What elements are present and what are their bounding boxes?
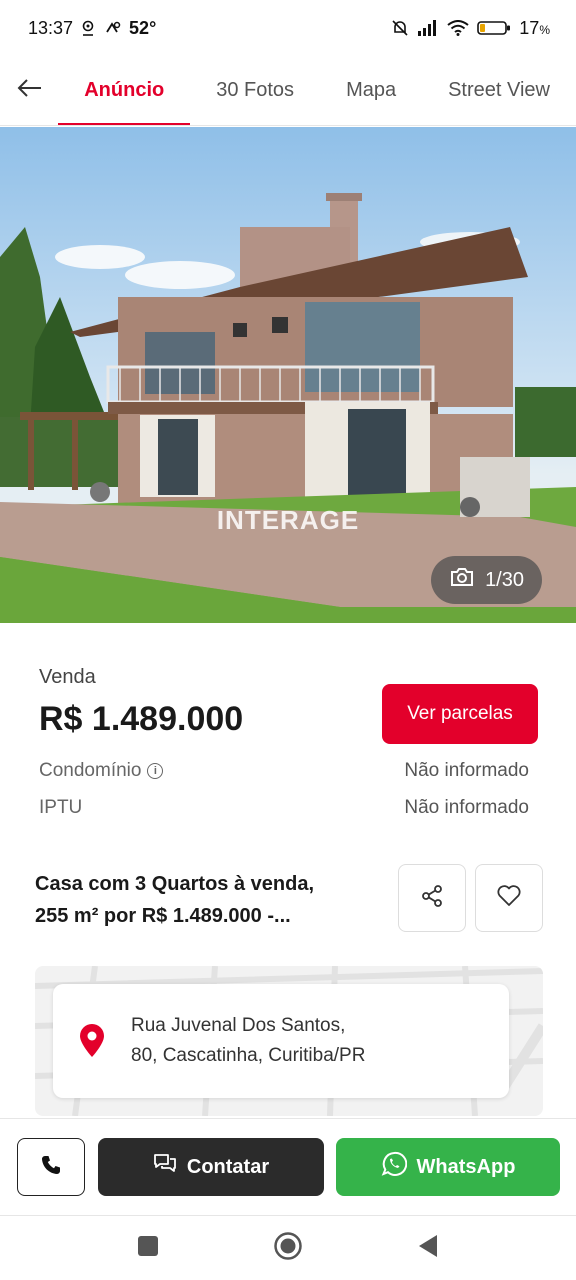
contact-button[interactable]: Contatar	[98, 1138, 324, 1196]
battery-level: 17%	[519, 18, 550, 39]
address-text: Rua Juvenal Dos Santos, 80, Cascatinha, …	[131, 1011, 365, 1071]
tabs-header: Anúncio 30 Fotos Mapa Street View	[0, 56, 576, 126]
photo-watermark: INTERAGE	[216, 505, 360, 535]
battery-unit: %	[539, 22, 550, 37]
arrow-left-icon	[16, 78, 42, 103]
signal-icon	[417, 20, 439, 36]
listing-title-line1: Casa com 3 Quartos à venda,	[35, 873, 315, 895]
tab-mapa[interactable]: Mapa	[320, 56, 422, 125]
status-left: 13:37 52°	[28, 18, 156, 39]
house-illustration	[0, 193, 576, 623]
whatsapp-button[interactable]: WhatsApp	[336, 1138, 560, 1196]
phone-icon	[40, 1154, 62, 1181]
chat-icon	[153, 1153, 177, 1181]
iptu-label: IPTU	[39, 797, 83, 818]
battery-percent: 17	[519, 17, 540, 38]
heart-icon	[496, 884, 522, 913]
condo-fee-label: Condomínio	[39, 760, 142, 781]
weather-icon	[103, 21, 121, 35]
sale-type-label: Venda	[39, 666, 96, 688]
condo-fee-row: Condomínio i Não informado	[39, 760, 529, 782]
price: R$ 1.489.000	[39, 700, 244, 738]
address-line2: 80, Cascatinha, Curitiba/PR	[131, 1045, 366, 1066]
contact-label: Contatar	[186, 1155, 270, 1178]
photo-counter[interactable]: 1/30	[431, 556, 542, 604]
listing-title: Casa com 3 Quartos à venda, 255 m² por R…	[35, 868, 365, 932]
status-right: 17%	[391, 18, 550, 39]
status-time: 13:37	[28, 17, 74, 38]
home-button[interactable]	[268, 1228, 308, 1268]
whatsapp-label: WhatsApp	[416, 1155, 516, 1178]
map-pin-icon	[53, 1024, 131, 1058]
call-button[interactable]	[17, 1138, 85, 1196]
tab-anuncio[interactable]: Anúncio	[58, 56, 191, 125]
photo-counter-text: 1/30	[485, 568, 524, 591]
battery-icon	[477, 20, 511, 36]
status-bar: 13:37 52° 17%	[0, 0, 576, 56]
circle-icon	[273, 1231, 303, 1266]
system-nav-bar	[0, 1215, 576, 1280]
info-icon[interactable]: i	[147, 763, 164, 779]
condo-fee-label-group: Condomínio i	[39, 760, 164, 782]
address-card[interactable]: Rua Juvenal Dos Santos, 80, Cascatinha, …	[53, 984, 509, 1098]
property-photo[interactable]: INTERAGE	[0, 127, 576, 623]
status-temperature: 52°	[129, 17, 157, 38]
location-icon	[81, 20, 95, 36]
wifi-icon	[447, 20, 469, 36]
installments-button[interactable]: Ver parcelas	[382, 684, 538, 744]
iptu-row: IPTU Não informado	[39, 797, 529, 819]
share-icon	[420, 884, 444, 913]
tab-street-view[interactable]: Street View	[422, 56, 576, 125]
share-button[interactable]	[398, 864, 466, 932]
listing-title-line2: 255 m² por R$ 1.489.000 -...	[35, 905, 291, 927]
whatsapp-icon	[381, 1151, 407, 1183]
back-button[interactable]	[0, 56, 58, 125]
mute-icon	[391, 19, 409, 37]
square-icon	[137, 1235, 159, 1262]
action-bar: Contatar WhatsApp	[0, 1118, 576, 1214]
address-line1: Rua Juvenal Dos Santos,	[131, 1015, 346, 1036]
recents-button[interactable]	[128, 1228, 168, 1268]
iptu-value: Não informado	[404, 797, 529, 818]
triangle-back-icon	[417, 1234, 439, 1263]
favorite-button[interactable]	[475, 864, 543, 932]
camera-icon	[449, 566, 475, 594]
condo-fee-value: Não informado	[404, 760, 529, 781]
system-back-button[interactable]	[408, 1228, 448, 1268]
tab-fotos[interactable]: 30 Fotos	[190, 56, 320, 125]
